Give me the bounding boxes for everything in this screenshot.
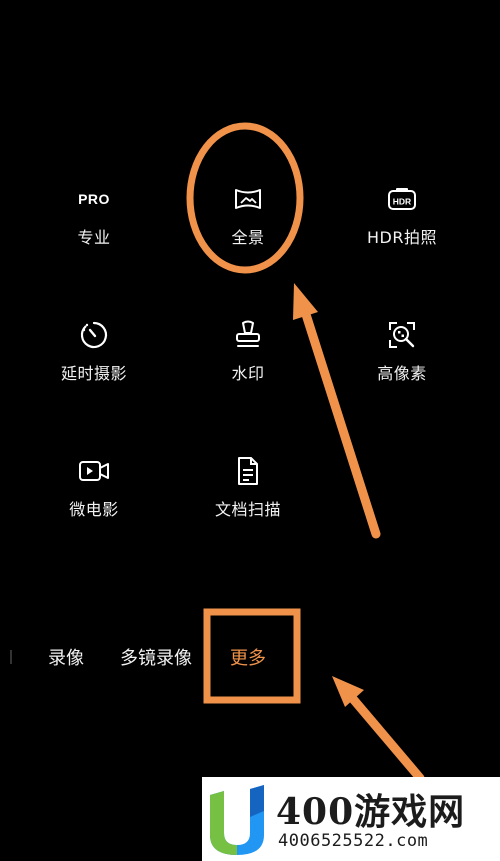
timelapse-icon <box>19 318 169 352</box>
high-pixel-icon <box>327 318 477 352</box>
mode-watermark[interactable]: 水印 <box>173 318 323 384</box>
mode-panorama-label: 全景 <box>231 228 265 247</box>
mode-micro-movie[interactable]: 微电影 <box>19 454 169 520</box>
arrow-to-more <box>332 676 425 783</box>
micro-movie-icon <box>19 454 169 488</box>
camera-mode-bar: 录像 多镜录像 更多 <box>0 644 500 672</box>
mode-panorama[interactable]: 全景 <box>173 182 323 248</box>
site-watermark: 400游戏网 4006525522.com <box>202 777 500 861</box>
site-logo-icon <box>206 781 268 857</box>
hdr-icon: HDR <box>327 182 477 216</box>
mode-bar-edge-divider <box>10 650 12 664</box>
mode-tab-video[interactable]: 录像 <box>48 644 84 670</box>
mode-pro-label: 专业 <box>77 228 111 247</box>
mode-hdr-label: HDR拍照 <box>367 228 437 247</box>
mode-watermark-label: 水印 <box>231 364 265 383</box>
site-phone: 4006525522.com <box>278 831 429 851</box>
mode-tab-more[interactable]: 更多 <box>230 644 266 670</box>
mode-tab-multi-lens-video[interactable]: 多镜录像 <box>120 644 192 670</box>
mode-high-pixel[interactable]: 高像素 <box>327 318 477 384</box>
watermark-stamp-icon <box>173 318 323 352</box>
pro-icon: PRO <box>78 191 110 207</box>
site-name: 400游戏网 <box>276 791 466 833</box>
mode-pro[interactable]: PRO 专业 <box>19 182 169 248</box>
mode-high-pixel-label: 高像素 <box>377 364 427 383</box>
panorama-icon <box>173 182 323 216</box>
mode-timelapse-label: 延时摄影 <box>60 364 127 383</box>
mode-micro-movie-label: 微电影 <box>69 500 119 519</box>
mode-document-scan[interactable]: 文档扫描 <box>173 454 323 520</box>
mode-timelapse[interactable]: 延时摄影 <box>19 318 169 384</box>
mode-document-scan-label: 文档扫描 <box>214 500 281 519</box>
document-scan-icon <box>173 454 323 488</box>
annotation-overlay <box>0 0 500 861</box>
svg-text:HDR: HDR <box>393 197 411 207</box>
mode-hdr[interactable]: HDR HDR拍照 <box>327 182 477 248</box>
